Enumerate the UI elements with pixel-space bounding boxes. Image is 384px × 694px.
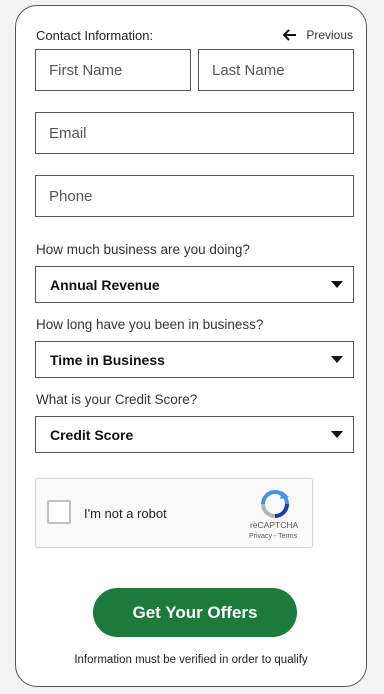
credit-score-select[interactable]: Credit Score [35,416,354,453]
contact-form-card: Contact Information: Previous First Name… [15,5,367,687]
privacy-link[interactable]: Privacy [249,533,272,540]
credit-question: What is your Credit Score? [36,392,198,407]
previous-label: Previous [306,28,353,42]
robot-checkbox[interactable] [47,500,71,524]
phone-placeholder: Phone [49,187,93,205]
phone-input[interactable]: Phone [35,175,354,217]
revenue-question: How much business are you doing? [36,242,250,257]
section-label: Contact Information: [36,28,154,43]
recaptcha-logo-icon [260,489,290,524]
previous-link[interactable]: Previous [283,28,353,42]
terms-link[interactable]: Terms [278,533,297,540]
annual-revenue-select[interactable]: Annual Revenue [35,266,354,303]
robot-label: I'm not a robot [84,506,167,521]
recaptcha-brand: reCAPTCHA [250,520,299,530]
last-name-input[interactable]: Last Name [198,49,354,91]
arrow-left-icon [283,29,297,41]
time-question: How long have you been in business? [36,317,264,332]
first-name-input[interactable]: First Name [35,49,191,91]
first-name-placeholder: First Name [49,61,123,79]
last-name-placeholder: Last Name [212,61,285,79]
email-placeholder: Email [49,124,87,142]
recaptcha-widget: I'm not a robot reCAPTCHA Privacy - Term… [35,478,313,548]
time-in-business-value: Time in Business [50,351,165,368]
caret-down-icon [331,431,343,438]
get-offers-button[interactable]: Get Your Offers [93,588,297,637]
annual-revenue-value: Annual Revenue [50,276,160,293]
recaptcha-links: Privacy - Terms [249,533,297,540]
caret-down-icon [331,281,343,288]
caret-down-icon [331,356,343,363]
disclaimer-text: Information must be verified in order to… [74,654,308,666]
email-input[interactable]: Email [35,112,354,154]
time-in-business-select[interactable]: Time in Business [35,341,354,378]
credit-score-value: Credit Score [50,426,134,443]
